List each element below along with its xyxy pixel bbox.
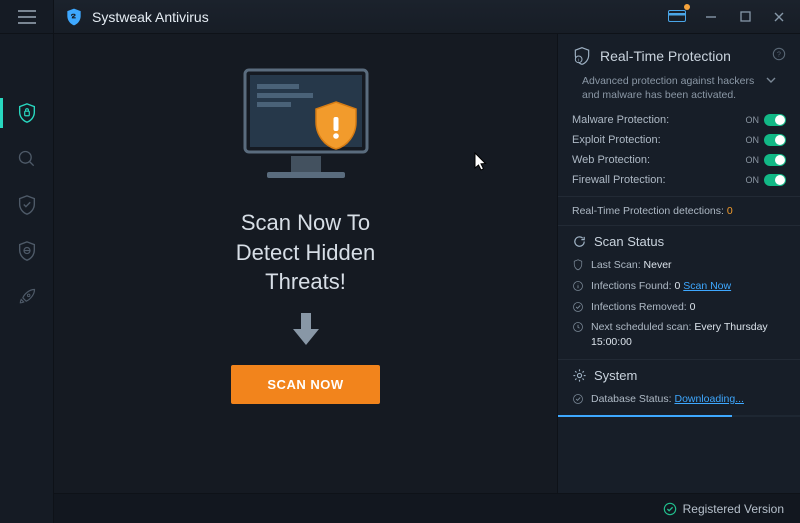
search-icon	[17, 149, 37, 169]
svg-text:i: i	[578, 57, 579, 62]
rt-advanced-text: Advanced protection against hackers and …	[582, 74, 760, 102]
rt-help-button[interactable]: ?	[772, 47, 786, 66]
gear-icon	[572, 368, 587, 383]
rt-detections: Real-Time Protection detections: 0	[558, 196, 800, 225]
chevron-down-icon[interactable]	[766, 76, 776, 84]
maximize-button[interactable]	[734, 6, 756, 28]
system-section: System Database Status: Downloading...	[558, 359, 800, 414]
help-icon: ?	[772, 47, 786, 61]
toggle-exploit: Exploit Protection: ON	[572, 130, 786, 150]
toggle-firewall: Firewall Protection: ON	[572, 170, 786, 190]
footer: Registered Version	[54, 493, 800, 523]
toggle-list: Malware Protection: ON Exploit Protectio…	[558, 110, 800, 190]
sidebar-item-status[interactable]	[0, 90, 54, 136]
scan-status-title: Scan Status	[594, 234, 664, 249]
minimize-button[interactable]	[700, 6, 722, 28]
system-title: System	[594, 368, 637, 383]
download-progress	[558, 415, 800, 417]
maximize-icon	[740, 11, 751, 22]
sidebar-item-protection[interactable]	[0, 182, 54, 228]
sidebar	[0, 0, 54, 523]
titlebar: Systweak Antivirus	[0, 0, 800, 34]
db-status-link[interactable]: Downloading...	[674, 393, 743, 405]
refresh-icon	[572, 234, 587, 249]
switch-web[interactable]	[764, 154, 786, 166]
switch-malware[interactable]	[764, 114, 786, 126]
shield-check-icon	[16, 194, 38, 216]
toggle-web: Web Protection: ON	[572, 150, 786, 170]
shield-alert-icon: i	[572, 46, 592, 66]
svg-text:?: ?	[777, 51, 781, 58]
hamburger-menu[interactable]	[0, 0, 54, 34]
check-circle-icon	[663, 502, 677, 516]
check-circle-icon	[572, 301, 584, 313]
scan-now-link[interactable]: Scan Now	[683, 280, 731, 292]
right-panel: i Real-Time Protection ? Advanced protec…	[557, 34, 800, 493]
upgrade-button[interactable]	[666, 6, 688, 28]
shield-small-icon	[572, 259, 584, 271]
close-button[interactable]	[768, 6, 790, 28]
rocket-icon	[17, 287, 37, 307]
switch-exploit[interactable]	[764, 134, 786, 146]
minimize-icon	[705, 11, 717, 23]
center-panel: Scan Now To Detect Hidden Threats! SCAN …	[54, 34, 557, 493]
headline-text: Scan Now To Detect Hidden Threats!	[236, 208, 375, 297]
shield-e-icon	[16, 240, 38, 262]
main-content: Scan Now To Detect Hidden Threats! SCAN …	[54, 34, 800, 493]
monitor-illustration	[221, 62, 391, 192]
footer-text: Registered Version	[683, 502, 784, 516]
card-icon	[668, 10, 686, 24]
rt-title: Real-Time Protection	[600, 48, 731, 64]
arrow-down-icon	[290, 311, 322, 347]
switch-firewall[interactable]	[764, 174, 786, 186]
scan-now-button[interactable]: SCAN NOW	[231, 365, 379, 404]
check-circle-icon	[572, 393, 584, 405]
app-logo-icon	[64, 7, 84, 27]
close-icon	[773, 11, 785, 23]
toggle-malware: Malware Protection: ON	[572, 110, 786, 130]
app-title: Systweak Antivirus	[92, 9, 209, 25]
scan-status-section: Scan Status Last Scan: Never Infections …	[558, 225, 800, 358]
shield-lock-icon	[16, 102, 38, 124]
sidebar-item-scan[interactable]	[0, 136, 54, 182]
info-icon	[572, 280, 584, 292]
sidebar-item-tools[interactable]	[0, 274, 54, 320]
clock-icon	[572, 321, 584, 333]
sidebar-item-quarantine[interactable]	[0, 228, 54, 274]
